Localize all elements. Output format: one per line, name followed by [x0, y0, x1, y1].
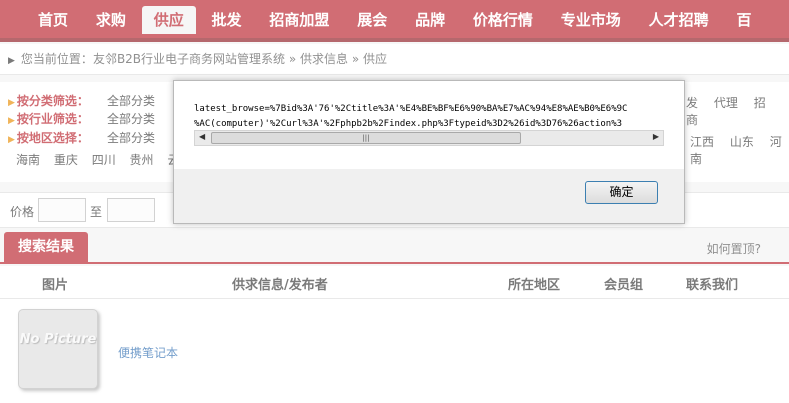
horizontal-scrollbar[interactable]: ◀ ||| ▶ — [194, 130, 664, 146]
ok-button[interactable]: 确定 — [585, 181, 658, 204]
scrollbar-thumb[interactable]: ||| — [211, 132, 521, 144]
dialog-message: latest_browse=%7Bid%3A'76'%2Ctitle%3A'%E… — [194, 102, 664, 132]
dialog-content: latest_browse=%7Bid%3A'76'%2Ctitle%3A'%E… — [174, 81, 684, 169]
scroll-right-arrow-icon[interactable]: ▶ — [653, 132, 659, 141]
scroll-left-arrow-icon[interactable]: ◀ — [199, 132, 205, 141]
dialog-message-line: latest_browse=%7Bid%3A'76'%2Ctitle%3A'%E… — [194, 104, 628, 114]
alert-dialog: latest_browse=%7Bid%3A'76'%2Ctitle%3A'%E… — [173, 80, 685, 224]
